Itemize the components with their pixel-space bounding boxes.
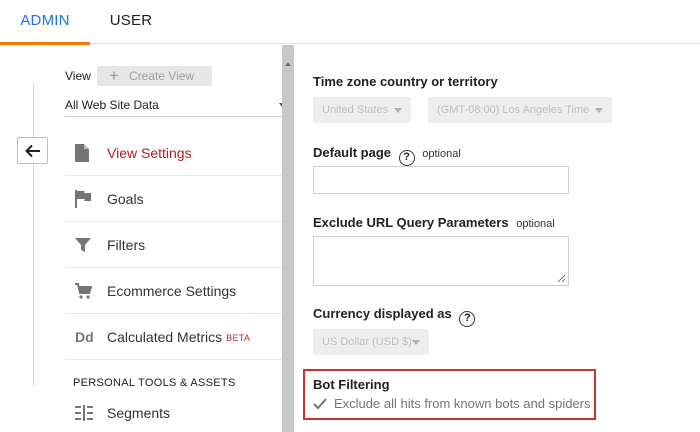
- sidebar-item-calculated-metrics[interactable]: Dd Calculated Metrics BETA: [65, 314, 282, 360]
- timezone-zone-select[interactable]: (GMT-08:00) Los Angeles Time: [428, 97, 612, 123]
- beta-badge: BETA: [226, 332, 251, 343]
- currency-value: US Dollar (USD $): [322, 336, 412, 348]
- arrow-left-icon: [24, 144, 40, 157]
- timezone-zone-value: (GMT-08:00) Los Angeles Time: [437, 104, 590, 116]
- document-icon: [75, 143, 89, 162]
- top-tab-bar: ADMIN USER: [0, 0, 700, 45]
- optional-tag: optional: [516, 218, 555, 230]
- checkmark-icon: [313, 397, 327, 410]
- bot-filtering-checkbox[interactable]: Exclude all hits from known bots and spi…: [313, 396, 591, 411]
- help-icon[interactable]: ?: [459, 311, 476, 327]
- section-heading: PERSONAL TOOLS & ASSETS: [73, 377, 236, 389]
- sidebar-item-view-settings[interactable]: View Settings: [65, 130, 282, 176]
- sidebar-item-segments[interactable]: Segments: [65, 398, 282, 428]
- sidebar-item-label: Calculated Metrics: [107, 328, 223, 345]
- sidebar-nav: View Settings Goals Filters Ecommerce Se…: [65, 130, 282, 360]
- flag-icon: [75, 189, 91, 208]
- chevron-down-icon: [394, 108, 402, 113]
- view-selector-value: All Web Site Data: [65, 98, 159, 112]
- sidebar-item-label: Filters: [107, 236, 146, 253]
- tab-user[interactable]: USER: [90, 0, 172, 44]
- scroll-up-arrow-icon[interactable]: [285, 62, 291, 66]
- segments-icon: [75, 405, 93, 421]
- timezone-country-select[interactable]: United States: [313, 97, 411, 123]
- create-view-label: Create View: [128, 69, 195, 83]
- currency-label-text: Currency displayed as: [313, 306, 452, 321]
- sidebar-item-label: Ecommerce Settings: [107, 282, 237, 299]
- currency-label: Currency displayed as ?: [313, 306, 476, 327]
- resize-handle-icon[interactable]: [557, 274, 566, 283]
- dd-icon: Dd: [75, 328, 94, 345]
- scrollbar[interactable]: [282, 45, 294, 432]
- view-label: View: [65, 69, 91, 83]
- bot-filtering-text: Exclude all hits from known bots and spi…: [334, 396, 591, 411]
- default-page-label-text: Default page: [313, 145, 392, 160]
- tab-admin[interactable]: ADMIN: [0, 0, 90, 45]
- chevron-down-icon: [595, 108, 603, 113]
- plus-icon: +: [109, 66, 119, 85]
- view-selector[interactable]: All Web Site Data: [65, 95, 285, 117]
- exclude-params-textarea[interactable]: [313, 236, 569, 286]
- currency-select[interactable]: US Dollar (USD $): [313, 329, 429, 355]
- help-icon[interactable]: ?: [398, 150, 415, 166]
- sidebar-item-label: Goals: [107, 190, 144, 207]
- timezone-country-value: United States: [322, 104, 389, 116]
- default-page-label: Default page ? optional: [313, 145, 461, 166]
- back-button[interactable]: [17, 137, 48, 164]
- exclude-params-label: Exclude URL Query Parameters optional: [313, 215, 555, 230]
- default-page-input[interactable]: [313, 166, 569, 194]
- timezone-label: Time zone country or territory: [313, 74, 498, 89]
- sidebar-item-goals[interactable]: Goals: [65, 176, 282, 222]
- bot-filtering-label: Bot Filtering: [313, 377, 390, 392]
- sidebar-item-label: View Settings: [107, 144, 192, 161]
- chevron-down-icon: [412, 340, 420, 345]
- exclude-params-label-text: Exclude URL Query Parameters: [313, 215, 509, 230]
- sidebar-item-filters[interactable]: Filters: [65, 222, 282, 268]
- filter-icon: [75, 237, 91, 252]
- sidebar-item-label: Segments: [107, 405, 171, 421]
- sidebar-item-ecommerce-settings[interactable]: Ecommerce Settings: [65, 268, 282, 314]
- create-view-button[interactable]: + Create View: [97, 66, 212, 86]
- cart-icon: [75, 282, 92, 299]
- optional-tag: optional: [422, 148, 461, 160]
- sidebar-divider: [33, 83, 34, 387]
